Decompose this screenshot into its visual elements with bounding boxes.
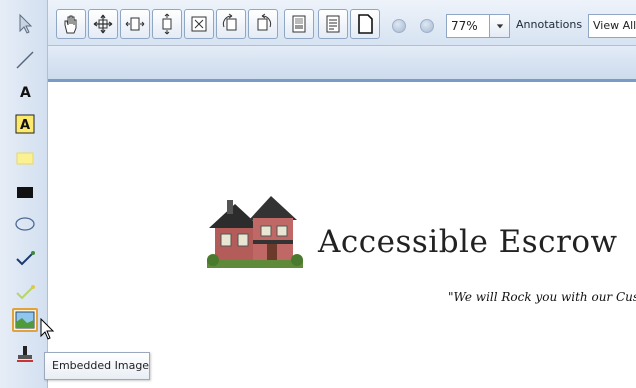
text-tool[interactable]: A: [12, 80, 38, 104]
chevron-down-icon: [496, 24, 503, 29]
stamp-icon: [17, 346, 33, 362]
hand-icon: [64, 15, 77, 34]
rotate-left-icon: [222, 13, 237, 31]
tagline-text: "We will Rock you with our Cust: [448, 290, 636, 304]
line-icon: [16, 51, 34, 69]
svg-text:A: A: [20, 85, 31, 101]
annotations-view-select[interactable]: View All: [588, 14, 636, 38]
company-name-text: Accessible Escrow: [318, 224, 618, 260]
freehand-highlight-tool[interactable]: [12, 280, 38, 304]
thumbnail-button[interactable]: [284, 9, 314, 39]
zoom-input[interactable]: 77%: [446, 14, 490, 38]
text-box-tool[interactable]: A: [12, 112, 38, 136]
fit-page-button[interactable]: [184, 9, 214, 39]
stamp-tool[interactable]: [12, 342, 38, 366]
move-button[interactable]: [88, 9, 118, 39]
highlight-rect-icon: [16, 152, 34, 165]
fit-height-button[interactable]: [152, 9, 182, 39]
filled-rect-icon: [17, 187, 33, 198]
ellipse-tool[interactable]: [12, 212, 38, 236]
mouse-cursor-icon: [40, 318, 55, 340]
text-page-icon: [326, 15, 340, 33]
pan-hand-button[interactable]: [56, 9, 86, 39]
zoom-dropdown-button[interactable]: [490, 14, 510, 38]
rotate-right-button[interactable]: [248, 9, 278, 39]
image-icon: [15, 311, 35, 329]
text-a-icon: A: [20, 85, 31, 101]
redaction-tool[interactable]: [12, 180, 38, 204]
rotate-right-icon: [257, 13, 272, 31]
text-page-button[interactable]: [318, 9, 348, 39]
highlight-tool[interactable]: [12, 146, 38, 170]
viewer-window: 77% Annotations View All A A Accessible …: [0, 0, 636, 388]
thumbnail-icon: [292, 15, 306, 33]
tooltip: Embedded Image: [44, 352, 150, 380]
blank-page-icon: [358, 14, 373, 34]
house-logo-image: [207, 196, 303, 268]
rotate-left-button[interactable]: [216, 9, 246, 39]
line-tool[interactable]: [12, 48, 38, 72]
secondary-toolbar: [48, 46, 636, 82]
blank-page-button[interactable]: [350, 9, 380, 39]
previous-page-button[interactable]: [392, 19, 406, 33]
freehand-pen-icon: [16, 251, 35, 266]
svg-text:A: A: [20, 118, 30, 133]
next-page-button[interactable]: [420, 19, 434, 33]
move-icon: [93, 14, 113, 34]
freehand-tool[interactable]: [12, 246, 38, 270]
embedded-image-tool[interactable]: [12, 308, 38, 332]
main-toolbar: 77% Annotations View All: [0, 0, 636, 46]
fit-page-icon: [191, 16, 207, 32]
pointer-arrow-icon: [19, 13, 33, 34]
fit-width-button[interactable]: [120, 9, 150, 39]
text-box-icon: A: [15, 114, 35, 134]
select-tool[interactable]: [12, 12, 38, 36]
fit-height-icon: [162, 13, 172, 35]
fit-width-icon: [125, 17, 145, 31]
annotations-label: Annotations: [516, 18, 583, 31]
freehand-highlighter-icon: [16, 285, 35, 300]
ellipse-icon: [15, 217, 35, 231]
